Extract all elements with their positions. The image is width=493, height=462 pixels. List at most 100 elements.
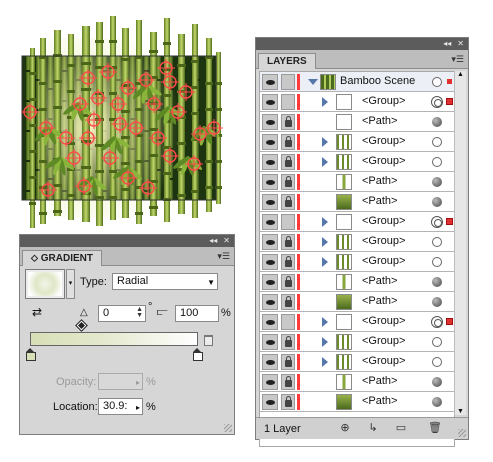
layer-name[interactable]: <Group> xyxy=(362,95,405,107)
lock-icon[interactable] xyxy=(281,374,295,390)
target-circle-icon[interactable] xyxy=(432,257,442,267)
layer-name[interactable]: <Path> xyxy=(362,195,397,207)
gradient-type-select[interactable]: Radial ▼ xyxy=(112,273,218,290)
visibility-eye-icon[interactable] xyxy=(262,374,278,390)
lock-toggle[interactable] xyxy=(281,214,295,230)
visibility-eye-icon[interactable] xyxy=(262,94,278,110)
swatch-dropdown-arrow-icon[interactable]: ▾ xyxy=(66,269,75,299)
sublayer-row[interactable]: <Group> xyxy=(260,132,454,152)
visibility-eye-icon[interactable] xyxy=(262,314,278,330)
create-sublayer-icon[interactable]: ↳ xyxy=(366,422,380,435)
sublayer-row[interactable]: <Path> xyxy=(260,392,454,412)
sublayer-row[interactable]: <Path> xyxy=(260,292,454,312)
sublayer-row[interactable]: <Group> xyxy=(260,252,454,272)
resize-grip-icon[interactable] xyxy=(224,424,232,432)
target-circle-icon[interactable] xyxy=(432,297,442,307)
layer-name[interactable]: <Group> xyxy=(362,355,405,367)
layer-name[interactable]: <Group> xyxy=(362,155,405,167)
disclosure-triangle-icon[interactable] xyxy=(322,337,328,347)
visibility-eye-icon[interactable] xyxy=(262,254,278,270)
disclosure-triangle-icon[interactable] xyxy=(322,217,328,227)
collapse-icon[interactable]: ◂◂ xyxy=(443,40,451,48)
visibility-eye-icon[interactable] xyxy=(262,74,278,90)
disclosure-triangle-icon[interactable] xyxy=(322,357,328,367)
tab-layers[interactable]: LAYERS xyxy=(258,53,316,69)
collapse-icon[interactable]: ◂◂ xyxy=(209,237,217,245)
target-circle-icon[interactable] xyxy=(432,377,442,387)
target-circle-icon[interactable] xyxy=(432,337,442,347)
visibility-eye-icon[interactable] xyxy=(262,394,278,410)
gradient-midpoint-diamond[interactable] xyxy=(75,319,88,332)
target-circle-icon[interactable] xyxy=(432,397,442,407)
target-circle-icon[interactable] xyxy=(432,277,442,287)
visibility-eye-icon[interactable] xyxy=(262,134,278,150)
lock-icon[interactable] xyxy=(281,274,295,290)
delete-layer-icon[interactable]: 🗑 xyxy=(428,422,442,435)
selection-indicator[interactable] xyxy=(446,318,453,325)
visibility-eye-icon[interactable] xyxy=(262,234,278,250)
visibility-eye-icon[interactable] xyxy=(262,194,278,210)
disclosure-triangle-icon[interactable] xyxy=(322,257,328,267)
make-clipping-mask-icon[interactable]: ⊕ xyxy=(338,422,352,435)
selection-indicator[interactable] xyxy=(447,79,452,84)
chevron-right-icon[interactable]: ▸ xyxy=(136,401,140,414)
sublayer-row[interactable]: <Group> xyxy=(260,92,454,112)
visibility-eye-icon[interactable] xyxy=(262,294,278,310)
disclosure-triangle-icon[interactable] xyxy=(322,97,328,107)
target-circle-icon[interactable] xyxy=(431,216,443,228)
sublayer-row[interactable]: <Path> xyxy=(260,372,454,392)
lock-icon[interactable] xyxy=(281,114,295,130)
angle-field[interactable]: 0 ▲ ▼ xyxy=(98,305,146,322)
target-circle-icon[interactable] xyxy=(431,316,443,328)
lock-toggle[interactable] xyxy=(281,314,295,330)
disclosure-triangle-open-icon[interactable] xyxy=(308,79,318,85)
selection-indicator[interactable] xyxy=(446,218,453,225)
layer-row[interactable]: Bamboo Scene xyxy=(260,72,454,92)
lock-icon[interactable] xyxy=(281,334,295,350)
selection-indicator[interactable] xyxy=(446,98,453,105)
target-circle-icon[interactable] xyxy=(432,117,442,127)
target-circle-icon[interactable] xyxy=(432,177,442,187)
sublayer-row[interactable]: <Group> xyxy=(260,312,454,332)
lock-icon[interactable] xyxy=(281,254,295,270)
layer-name[interactable]: <Path> xyxy=(362,275,397,287)
sublayer-row[interactable]: <Group> xyxy=(260,332,454,352)
disclosure-triangle-icon[interactable] xyxy=(322,317,328,327)
scroll-up-arrow-icon[interactable]: ▲ xyxy=(457,71,464,78)
layer-name[interactable]: <Path> xyxy=(362,295,397,307)
lock-icon[interactable] xyxy=(281,294,295,310)
target-circle-icon[interactable] xyxy=(432,77,442,87)
scroll-down-arrow-icon[interactable]: ▼ xyxy=(457,408,464,415)
panel-menu-icon[interactable]: ▾☰ xyxy=(451,54,464,65)
visibility-eye-icon[interactable] xyxy=(262,274,278,290)
gradient-preview-swatch[interactable] xyxy=(25,269,65,299)
gradient-stop-right[interactable] xyxy=(193,348,203,361)
gradient-stop-left[interactable] xyxy=(26,348,36,361)
sublayer-row[interactable]: <Path> xyxy=(260,112,454,132)
lock-icon[interactable] xyxy=(281,394,295,410)
location-field[interactable]: 30.9: ▸ xyxy=(98,398,143,415)
lock-icon[interactable] xyxy=(281,134,295,150)
artwork-canvas[interactable] xyxy=(18,8,236,232)
sublayer-row[interactable]: <Group> xyxy=(260,212,454,232)
delete-stop-icon[interactable] xyxy=(204,335,213,346)
aspect-ratio-field[interactable]: 100 xyxy=(175,305,219,322)
lock-icon[interactable] xyxy=(281,174,295,190)
sublayer-row[interactable]: <Path> xyxy=(260,192,454,212)
gradient-slider-ramp[interactable] xyxy=(30,332,198,346)
target-circle-icon[interactable] xyxy=(432,237,442,247)
target-circle-icon[interactable] xyxy=(432,197,442,207)
layer-name[interactable]: <Path> xyxy=(362,115,397,127)
disclosure-triangle-icon[interactable] xyxy=(322,237,328,247)
sublayer-row[interactable]: <Group> xyxy=(260,232,454,252)
visibility-eye-icon[interactable] xyxy=(262,174,278,190)
disclosure-triangle-icon[interactable] xyxy=(322,137,328,147)
visibility-eye-icon[interactable] xyxy=(262,154,278,170)
target-circle-icon[interactable] xyxy=(431,96,443,108)
gradient-panel-titlebar[interactable]: ◂◂ ✕ xyxy=(20,235,234,247)
reverse-gradient-icon[interactable]: ⇄ xyxy=(32,305,42,319)
panel-menu-icon[interactable]: ▾☰ xyxy=(217,251,230,262)
visibility-eye-icon[interactable] xyxy=(262,114,278,130)
lock-icon[interactable] xyxy=(281,234,295,250)
target-circle-icon[interactable] xyxy=(432,357,442,367)
